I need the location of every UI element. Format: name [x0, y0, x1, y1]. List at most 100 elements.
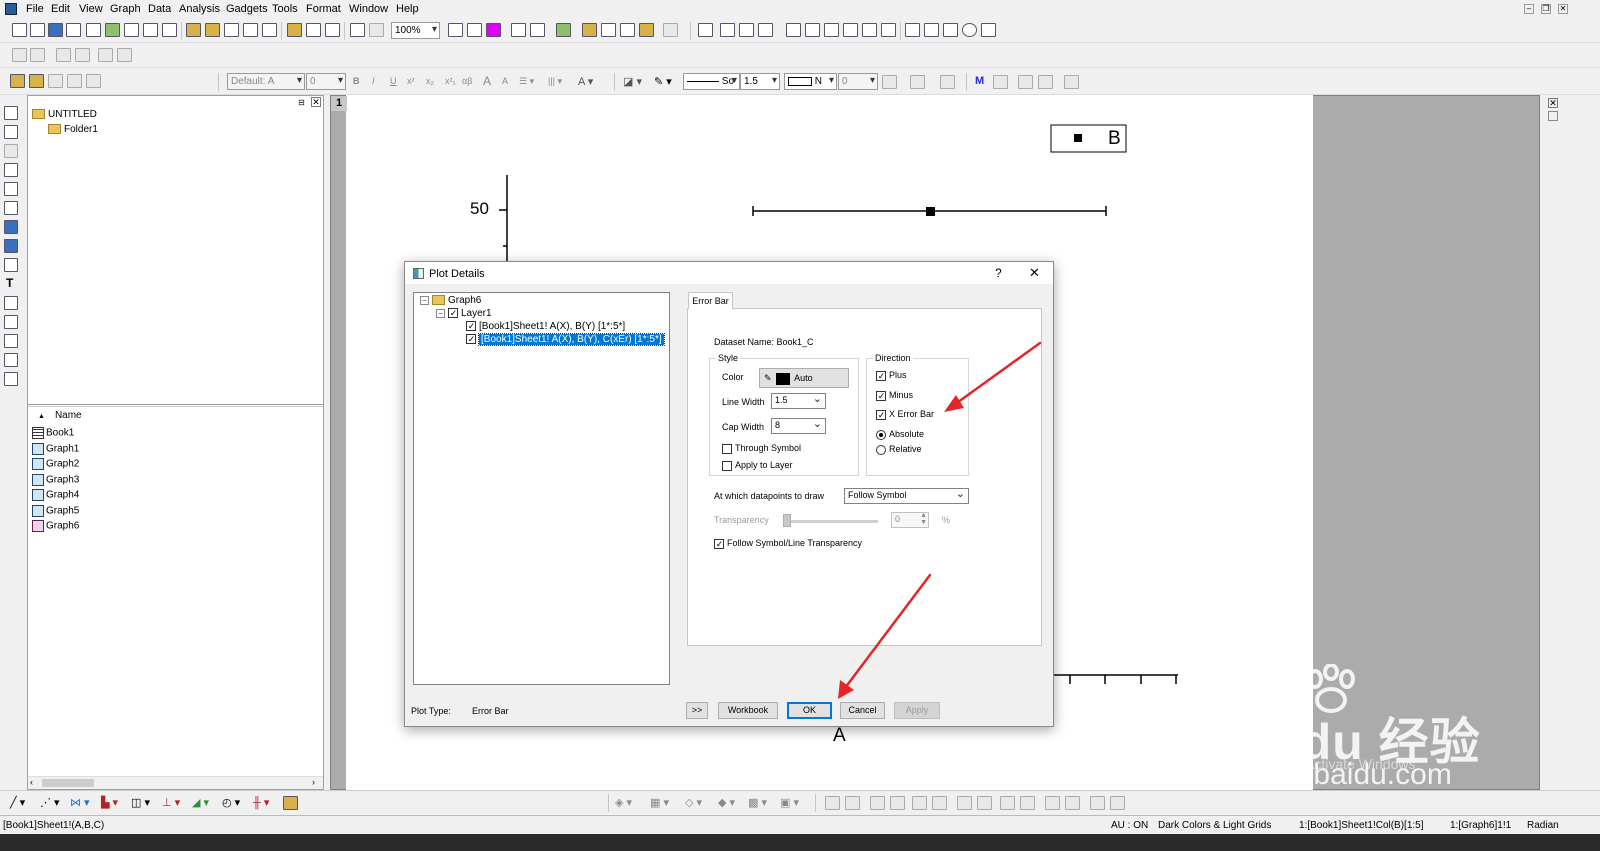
print-icon[interactable] [448, 23, 463, 37]
help-icon[interactable]: ? [995, 266, 1002, 280]
list-item[interactable]: Graph6 [32, 520, 79, 532]
relative-radio[interactable] [876, 444, 886, 455]
column-plot-icon[interactable]: ▙ ▾ [101, 796, 118, 809]
3d-scatter-icon[interactable]: ◇ ▾ [685, 796, 702, 809]
cap-width-combo[interactable]: 8 [771, 417, 826, 434]
fill-color-icon[interactable]: ◪ ▾ [623, 75, 642, 88]
tree-graph6[interactable]: − Graph6 [420, 295, 481, 306]
open-template-icon[interactable] [205, 23, 220, 37]
font-name-combo[interactable]: Default: A [227, 73, 305, 90]
import-wizard-icon[interactable] [287, 23, 302, 37]
axis-box-icon[interactable] [862, 23, 877, 37]
pin-icon[interactable]: ⊟ [298, 98, 305, 107]
dialog-close-icon[interactable]: ✕ [1029, 265, 1040, 281]
hand-tool-icon[interactable] [4, 353, 18, 367]
new-function-icon[interactable] [124, 23, 139, 37]
draw-at-combo[interactable]: Follow Symbol [844, 487, 969, 504]
template-library-icon[interactable] [283, 796, 298, 810]
line-width-combo[interactable]: 1.5 [740, 73, 780, 90]
grid-icon[interactable] [905, 23, 920, 37]
same-height-icon[interactable] [977, 796, 992, 810]
new-notes-icon[interactable] [162, 23, 177, 37]
table-grid-icon[interactable] [940, 75, 955, 89]
tree-folder[interactable]: Folder1 [48, 124, 98, 135]
page-number-tab[interactable]: 1 [331, 96, 347, 111]
transparency-spinner[interactable]: 0 ▲ ▼ [891, 512, 929, 528]
line-plot-icon[interactable]: ╱ ▾ [10, 796, 25, 809]
contour-plot-icon[interactable]: ◫ ▾ [131, 796, 150, 809]
collapse-icon[interactable]: − [436, 308, 445, 318]
increase-font-icon[interactable]: A [483, 74, 491, 88]
menu-data[interactable]: Data [148, 3, 171, 15]
tree-plot-2-selected[interactable]: [Book1]Sheet1! A(X), B(Y), C(xEr) [1*:5*… [466, 333, 665, 346]
save-project-icon[interactable] [243, 23, 258, 37]
menu-edit[interactable]: Edit [51, 3, 70, 15]
menu-file[interactable]: File [26, 3, 44, 15]
cancel-button[interactable]: Cancel [840, 702, 885, 719]
import-ascii-icon[interactable] [306, 23, 321, 37]
decrease-font-icon[interactable]: A [502, 76, 508, 86]
font-color-icon[interactable]: A ▾ [578, 75, 593, 88]
regional-mask-icon[interactable] [4, 239, 18, 253]
collapse-icon[interactable]: − [420, 295, 429, 305]
move-last-icon[interactable] [75, 48, 90, 62]
bold-icon[interactable]: B [353, 76, 360, 86]
pattern-value-combo[interactable]: 0 [838, 73, 878, 90]
menu-help[interactable]: Help [396, 3, 419, 15]
new-folder-icon[interactable] [30, 23, 45, 37]
align-horizontal-icon[interactable] [932, 796, 947, 810]
list-item[interactable]: Graph5 [32, 505, 79, 517]
line-tool-icon[interactable] [4, 315, 18, 329]
hide-mask-icon[interactable] [67, 74, 82, 88]
results-log-icon[interactable] [530, 23, 545, 37]
pattern-fill-icon[interactable] [882, 75, 897, 89]
table-icon[interactable] [981, 23, 996, 37]
data-reader-icon[interactable] [4, 182, 18, 196]
apps-gallery-icon[interactable] [639, 23, 654, 37]
new-graph-icon[interactable] [86, 23, 101, 37]
new-matrix-icon[interactable] [105, 23, 120, 37]
restore-window-icon[interactable]: ❐ [1541, 4, 1551, 14]
refresh-icon[interactable] [467, 23, 482, 37]
absolute-option[interactable]: Absolute [876, 429, 924, 440]
3d-bar-icon[interactable]: ▦ ▾ [650, 796, 669, 809]
stock-plot-icon[interactable]: ╫ ▾ [253, 796, 269, 809]
align-icon[interactable]: ☰ ▾ [519, 76, 534, 87]
subscript-icon[interactable]: x₂ [426, 76, 434, 86]
3d-surface-icon[interactable]: ◈ ▾ [615, 796, 632, 809]
draw-data-icon[interactable] [4, 258, 18, 272]
color-scale-icon[interactable] [943, 23, 958, 37]
project-explorer-icon[interactable] [556, 23, 571, 37]
minimize-window-icon[interactable]: – [1524, 4, 1534, 14]
align-right-icon[interactable] [845, 796, 860, 810]
insert-graph-icon[interactable] [4, 372, 18, 386]
line-color-icon[interactable]: ✎ ▾ [654, 75, 672, 88]
tree-layer1[interactable]: − Layer1 [436, 308, 492, 319]
legend-icon[interactable] [924, 23, 939, 37]
border-icon[interactable] [910, 75, 925, 89]
plus-option[interactable]: Plus [876, 370, 907, 381]
absolute-radio[interactable] [876, 429, 886, 440]
minus-option[interactable]: Minus [876, 390, 913, 401]
minus-checkbox[interactable] [876, 390, 886, 401]
zoom-in-icon[interactable] [4, 125, 18, 139]
text-tool-icon[interactable]: T [6, 276, 13, 290]
relative-option[interactable]: Relative [876, 444, 922, 455]
follow-transparency-checkbox[interactable] [714, 538, 724, 549]
open-excel-icon[interactable] [224, 23, 239, 37]
axis-frame-icon[interactable] [881, 23, 896, 37]
annotation-icon[interactable] [4, 201, 18, 215]
x-axis-title[interactable]: A [833, 725, 846, 747]
add-column-icon[interactable] [663, 23, 678, 37]
group-icon[interactable] [1090, 796, 1105, 810]
apply-to-layer-checkbox[interactable] [722, 460, 732, 471]
scroll-thumb[interactable] [42, 779, 94, 787]
align-top-icon[interactable] [870, 796, 885, 810]
merge-graph-icon[interactable] [720, 23, 735, 37]
explorer-close-icon[interactable]: ✕ [311, 97, 321, 107]
menu-gadgets[interactable]: Gadgets [226, 3, 268, 15]
ungroup-icon[interactable] [1110, 796, 1125, 810]
explorer-hscrollbar[interactable]: ‹ › [28, 776, 323, 789]
list-item[interactable]: Graph2 [32, 458, 79, 470]
nudge-icon[interactable] [1018, 75, 1033, 89]
